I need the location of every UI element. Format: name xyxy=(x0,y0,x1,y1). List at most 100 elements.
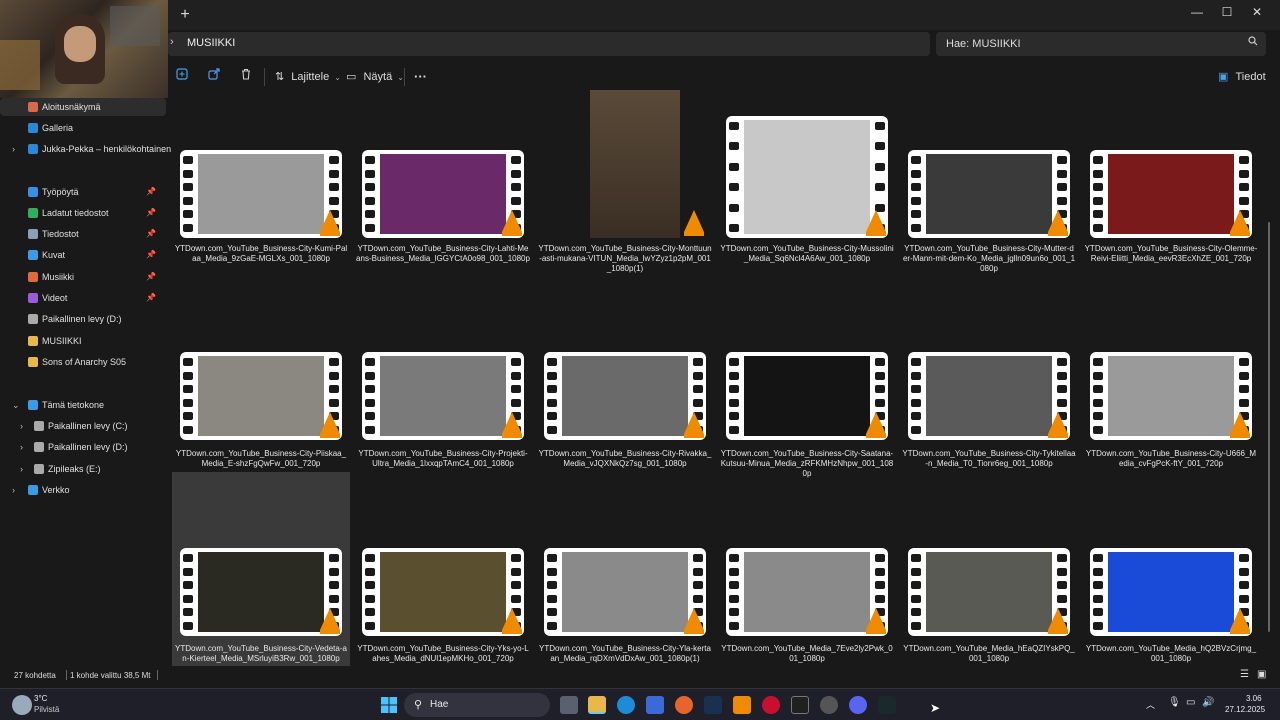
search-box[interactable]: Hae: MUSIIKKI xyxy=(936,32,1266,56)
pin-icon[interactable]: 📌 xyxy=(146,183,156,201)
file-tile[interactable]: YTDown.com_YouTube_Business-City-Rivakka… xyxy=(536,352,714,472)
sidebar-item[interactable]: › Verkko xyxy=(0,481,166,499)
file-tile[interactable]: YTDown.com_YouTube_Media_hEaQZIYskPQ_001… xyxy=(900,472,1078,668)
volume-icon[interactable]: 🔊 xyxy=(1202,697,1214,708)
sidebar-item[interactable]: › Jukka-Pekka – henkilökohtainen xyxy=(0,140,171,158)
discord-icon[interactable] xyxy=(849,696,867,714)
maximize-button[interactable]: ☐ xyxy=(1212,0,1242,24)
sidebar-item[interactable]: MUSIIKKI xyxy=(0,332,166,350)
file-name[interactable]: YTDown.com_YouTube_Business-City-Lahti-M… xyxy=(356,244,530,264)
file-tile[interactable]: YTDown.com_YouTube_Business-City-Saatana… xyxy=(718,352,896,478)
steam-icon[interactable] xyxy=(704,696,722,714)
file-name[interactable]: YTDown.com_YouTube_Media_hQ2BVzCrjmg_001… xyxy=(1084,644,1258,664)
sidebar-item[interactable]: Paikallinen levy (D:) xyxy=(0,310,166,328)
tray-overflow-icon[interactable]: ︿ xyxy=(1146,698,1155,711)
sidebar-item[interactable]: Galleria xyxy=(0,119,166,137)
pin-icon[interactable]: 📌 xyxy=(146,268,156,286)
details-button[interactable]: ▣ Tiedot xyxy=(1218,68,1266,86)
file-name[interactable]: YTDown.com_YouTube_Business-City-Monttuu… xyxy=(538,244,712,274)
file-name[interactable]: YTDown.com_YouTube_Business-City-Kumi-Pa… xyxy=(174,244,348,264)
pin-icon[interactable]: 📌 xyxy=(146,246,156,264)
clock-date[interactable]: 27.12.2025 xyxy=(1225,705,1265,714)
sidebar-item[interactable]: Videot 📌 xyxy=(0,289,166,307)
taskbar-search[interactable]: ⚲ Hae xyxy=(404,693,550,717)
sidebar-item[interactable]: Sons of Anarchy S05 xyxy=(0,353,166,371)
new-tab-button[interactable]: + xyxy=(176,6,194,24)
file-tile[interactable]: YTDown.com_YouTube_Media_7Eve2ly2Pwk_001… xyxy=(718,472,896,668)
microphone-icon[interactable]: 🎙 xyxy=(1168,697,1181,708)
chevron-right-icon[interactable]: › xyxy=(20,417,23,435)
sidebar-item[interactable]: › Zipileaks (E:) xyxy=(0,460,166,478)
minimize-button[interactable]: — xyxy=(1182,0,1212,24)
delete-icon[interactable] xyxy=(240,68,252,86)
terminal-icon[interactable] xyxy=(791,696,809,714)
file-name[interactable]: YTDown.com_YouTube_Business-City-Piiskaa… xyxy=(174,449,348,469)
settings-app-icon[interactable] xyxy=(820,696,838,714)
sidebar-item[interactable]: Kuvat 📌 xyxy=(0,246,166,264)
start-button[interactable] xyxy=(380,696,398,714)
more-options-button[interactable]: ··· xyxy=(414,68,427,86)
chevron-right-icon[interactable]: › xyxy=(12,140,15,158)
sidebar-item[interactable]: › Paikallinen levy (D:) xyxy=(0,438,166,456)
file-name[interactable]: YTDown.com_YouTube_Business-City-Yla-ker… xyxy=(538,644,712,664)
network-tray-icon[interactable]: ▭ xyxy=(1186,697,1195,708)
sidebar-item[interactable]: Musiikki 📌 xyxy=(0,268,166,286)
sidebar-item[interactable]: Tiedostot 📌 xyxy=(0,225,166,243)
sidebar-item[interactable]: Työpöytä 📌 xyxy=(0,183,166,201)
pin-icon[interactable]: 📌 xyxy=(146,204,156,222)
file-tile[interactable]: YTDown.com_YouTube_Business-City-Monttuu… xyxy=(536,90,714,280)
store-icon[interactable] xyxy=(646,696,664,714)
file-name[interactable]: YTDown.com_YouTube_Media_7Eve2ly2Pwk_001… xyxy=(720,644,894,664)
weather-icon[interactable] xyxy=(12,695,32,715)
chevron-right-icon[interactable]: › xyxy=(20,438,23,456)
firefox-icon[interactable] xyxy=(675,696,693,714)
view-button[interactable]: ▭ Näytä ⌄ xyxy=(346,68,404,86)
file-tile[interactable]: YTDown.com_YouTube_Business-City-Mutter-… xyxy=(900,90,1078,280)
app-icon[interactable] xyxy=(878,696,896,714)
file-tile[interactable]: YTDown.com_YouTube_Business-City-Mussoli… xyxy=(718,90,896,280)
file-tile[interactable]: YTDown.com_YouTube_Media_hQ2BVzCrjmg_001… xyxy=(1082,472,1260,668)
file-name[interactable]: YTDown.com_YouTube_Business-City-Mussoli… xyxy=(720,244,894,264)
file-tile[interactable]: YTDown.com_YouTube_Business-City-Piiskaa… xyxy=(172,352,350,472)
share-icon[interactable] xyxy=(208,68,220,86)
sidebar-item[interactable]: Ladatut tiedostot 📌 xyxy=(0,204,166,222)
file-tile[interactable]: YTDown.com_YouTube_Business-City-U666_Me… xyxy=(1082,352,1260,472)
file-name[interactable]: YTDown.com_YouTube_Business-City-Yks-yo-… xyxy=(356,644,530,664)
thumbnail-view-icon[interactable]: ▣ xyxy=(1257,669,1266,680)
file-tile[interactable]: YTDown.com_YouTube_Business-City-Projekt… xyxy=(354,352,532,472)
clock-time[interactable]: 3.06 xyxy=(1246,694,1262,703)
weather-desc[interactable]: Pilvistä xyxy=(34,705,59,714)
file-tile[interactable]: YTDown.com_YouTube_Business-City-Olemme-… xyxy=(1082,90,1260,280)
close-button[interactable]: ✕ xyxy=(1242,0,1272,24)
pin-icon[interactable]: 📌 xyxy=(146,289,156,307)
edge-icon[interactable] xyxy=(617,696,635,714)
vlc-icon[interactable] xyxy=(733,696,751,714)
file-name[interactable]: YTDown.com_YouTube_Business-City-U666_Me… xyxy=(1084,449,1258,469)
search-icon[interactable] xyxy=(1248,36,1258,49)
file-name[interactable]: YTDown.com_YouTube_Media_hEaQZIYskPQ_001… xyxy=(902,644,1076,664)
new-item-icon[interactable] xyxy=(176,68,188,86)
scrollbar-thumb[interactable] xyxy=(1268,222,1270,632)
sidebar-item[interactable]: ⌄ Tämä tietokone xyxy=(0,396,166,414)
sidebar-item[interactable]: Aloitusnäkymä xyxy=(0,98,166,116)
file-tile[interactable]: YTDown.com_YouTube_Business-City-Vedeta-… xyxy=(172,472,350,668)
file-tile[interactable]: YTDown.com_YouTube_Business-City-Yks-yo-… xyxy=(354,472,532,668)
breadcrumb-path[interactable]: MUSIIKKI xyxy=(187,37,235,49)
pin-icon[interactable]: 📌 xyxy=(146,225,156,243)
file-name[interactable]: YTDown.com_YouTube_Business-City-Vedeta-… xyxy=(174,644,348,664)
sort-button[interactable]: ⇅ Lajittele ⌄ xyxy=(275,68,341,86)
chevron-down-icon[interactable]: ⌄ xyxy=(12,396,20,414)
opera-icon[interactable] xyxy=(762,696,780,714)
file-name[interactable]: YTDown.com_YouTube_Business-City-Mutter-… xyxy=(902,244,1076,274)
file-name[interactable]: YTDown.com_YouTube_Business-City-Tykitel… xyxy=(902,449,1076,469)
details-view-icon[interactable]: ☰ xyxy=(1240,669,1249,680)
file-name[interactable]: YTDown.com_YouTube_Business-City-Projekt… xyxy=(356,449,530,469)
address-bar[interactable]: › MUSIIKKI xyxy=(168,32,930,56)
weather-temp[interactable]: 3°C xyxy=(34,694,47,703)
file-name[interactable]: YTDown.com_YouTube_Business-City-Olemme-… xyxy=(1084,244,1258,264)
chevron-right-icon[interactable]: › xyxy=(20,460,23,478)
chevron-right-icon[interactable]: › xyxy=(12,481,15,499)
file-tile[interactable]: YTDown.com_YouTube_Business-City-Kumi-Pa… xyxy=(172,90,350,280)
vertical-scrollbar[interactable] xyxy=(1266,92,1272,662)
file-name[interactable]: YTDown.com_YouTube_Business-City-Rivakka… xyxy=(538,449,712,469)
